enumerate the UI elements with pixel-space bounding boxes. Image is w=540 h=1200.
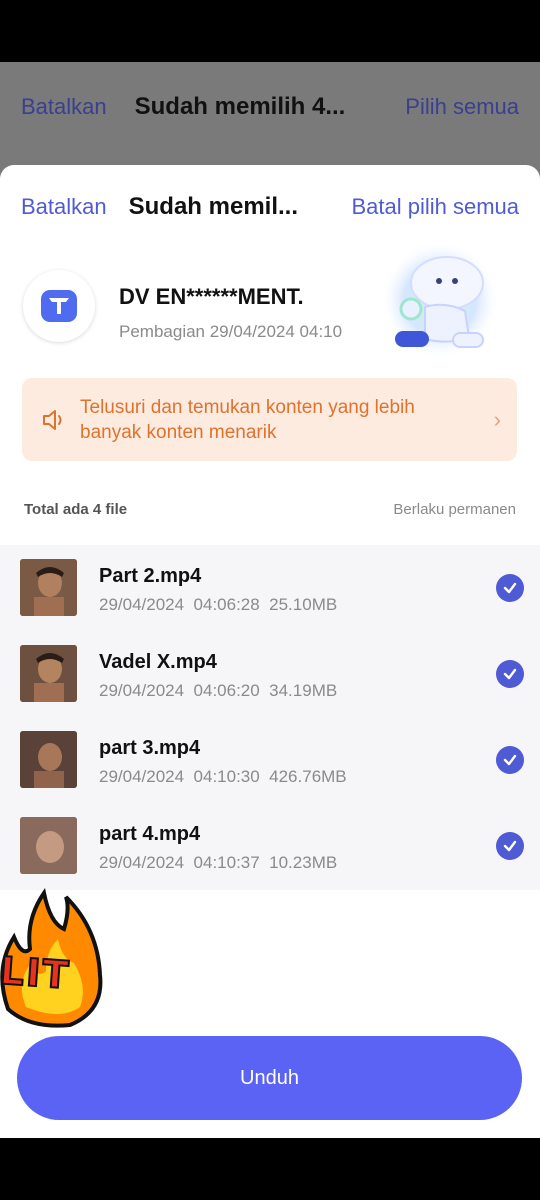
background-cancel-button: Batalkan [21, 94, 107, 119]
file-count: Total ada 4 file [24, 501, 128, 518]
chevron-right-icon: › [493, 406, 501, 432]
video-thumbnail [20, 817, 77, 874]
checkbox-checked-icon[interactable] [496, 746, 524, 774]
deselect-all-button[interactable]: Batal pilih semua [351, 194, 519, 220]
share-date: Pembagian 29/04/2024 04:10 [119, 322, 343, 341]
file-row[interactable]: part 3.mp4 29/04/2024 04:10:30 426.76MB [0, 717, 540, 803]
file-meta: 29/04/2024 04:06:28 25.10MB [99, 595, 338, 614]
file-name: part 4.mp4 [99, 823, 201, 845]
file-name: Vadel X.mp4 [99, 651, 217, 673]
sheet-title: Sudah memil... [128, 193, 298, 220]
background-select-all-button: Pilih semua [405, 94, 519, 119]
checkbox-checked-icon[interactable] [496, 660, 524, 688]
background-header: Batalkan Sudah memilih 4... Pilih semua [0, 62, 540, 152]
file-meta: 29/04/2024 04:10:30 426.76MB [99, 767, 347, 786]
video-thumbnail [20, 559, 77, 616]
download-button[interactable]: Unduh [17, 1036, 522, 1120]
file-selection-sheet: Batalkan Sudah memil... Batal pilih semu… [0, 165, 540, 1138]
file-row[interactable]: Part 2.mp4 29/04/2024 04:06:28 25.10MB [0, 545, 540, 631]
file-row[interactable]: part 4.mp4 29/04/2024 04:10:37 10.23MB [0, 803, 540, 889]
promo-banner-text: Telusuri dan temukan konten yang lebih b… [80, 396, 415, 443]
sheet-header: Batalkan Sudah memil... Batal pilih semu… [0, 187, 540, 227]
video-thumbnail [20, 645, 77, 702]
sharer-name: DV EN******MENT. [119, 284, 304, 309]
file-meta: 29/04/2024 04:06:20 34.19MB [99, 681, 338, 700]
video-thumbnail [20, 731, 77, 788]
speaker-icon [43, 409, 62, 430]
file-row[interactable]: Vadel X.mp4 29/04/2024 04:06:20 34.19MB [0, 631, 540, 717]
lit-sticker-text: LIT [0, 948, 73, 999]
file-list: Part 2.mp4 29/04/2024 04:06:28 25.10MB V… [0, 545, 540, 890]
screen: Batalkan Sudah memilih 4... Pilih semua … [0, 0, 540, 1200]
file-meta: 29/04/2024 04:10:37 10.23MB [99, 853, 338, 872]
cancel-button[interactable]: Batalkan [21, 194, 107, 220]
file-name: Part 2.mp4 [99, 565, 202, 587]
background-title: Sudah memilih 4... [134, 93, 346, 120]
app-logo-icon [23, 270, 95, 342]
file-name: part 3.mp4 [99, 737, 201, 759]
checkbox-checked-icon[interactable] [496, 574, 524, 602]
mascot-illustration [365, 240, 505, 365]
file-summary: Total ada 4 file Berlaku permanen [24, 501, 516, 518]
promo-banner[interactable]: Telusuri dan temukan konten yang lebih b… [22, 378, 517, 461]
lit-fire-sticker: LIT [0, 879, 108, 1029]
checkbox-checked-icon[interactable] [496, 832, 524, 860]
validity-label: Berlaku permanen [393, 501, 516, 518]
